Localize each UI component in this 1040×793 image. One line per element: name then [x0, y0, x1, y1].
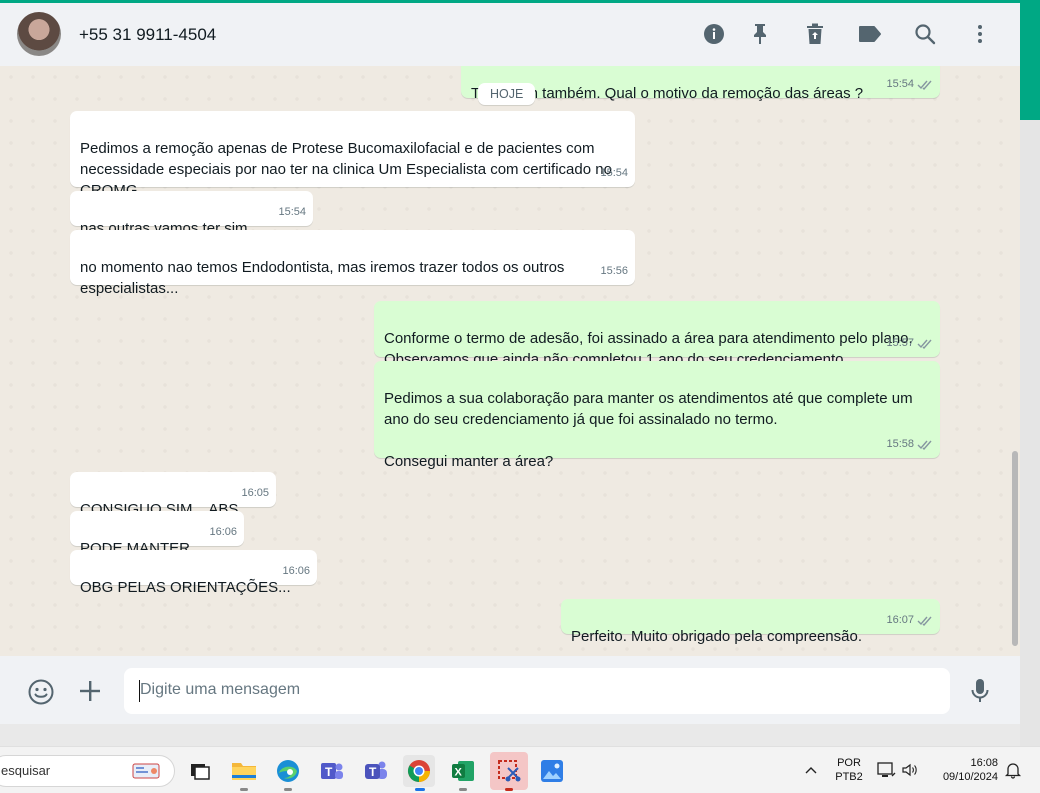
clock-time: 16:08: [970, 757, 998, 769]
message-time: 15:54: [278, 206, 306, 218]
message-list[interactable]: Tudo bem também. Qual o motivo da remoçã…: [0, 66, 1020, 656]
snipping-tool-icon[interactable]: [490, 752, 528, 790]
window-accent-edge: [1020, 0, 1040, 120]
message-incoming[interactable]: PODE MANTER.... 16:06: [70, 511, 244, 557]
language-label: POR: [837, 757, 861, 769]
message-time: 16:06: [209, 526, 237, 538]
taskbar-search-text: esquisar: [1, 763, 51, 778]
message-time: 15:54: [600, 167, 628, 179]
search-icon[interactable]: [913, 22, 937, 46]
emoji-icon[interactable]: [27, 678, 55, 706]
message-text: Perfeito. Muito obrigado pela compreensã…: [571, 628, 863, 645]
excel-icon[interactable]: X: [447, 755, 479, 787]
chrome-icon[interactable]: [403, 755, 435, 787]
attach-plus-icon[interactable]: [78, 679, 102, 703]
network-icon[interactable]: [876, 760, 896, 780]
clock-date: 09/10/2024: [942, 771, 998, 783]
message-incoming[interactable]: nas outras vamos ter sim..... 15:54: [70, 191, 313, 237]
volume-icon[interactable]: [901, 761, 919, 779]
photos-icon[interactable]: [536, 755, 568, 787]
read-ticks-icon: [917, 440, 932, 450]
keyboard-layout-label: PTB2: [835, 771, 863, 783]
message-time: 16:07: [886, 614, 914, 626]
message-incoming[interactable]: Pedimos a remoção apenas de Protese Buco…: [70, 111, 635, 199]
contact-name[interactable]: +55 31 9911-4504: [79, 25, 216, 45]
message-time: 16:05: [241, 487, 269, 499]
teams-work-icon[interactable]: T: [316, 755, 348, 787]
clock[interactable]: 16:08 09/10/2024: [928, 756, 1004, 784]
read-ticks-icon: [917, 616, 932, 626]
message-text: OBG PELAS ORIENTAÇÕES...: [80, 579, 291, 596]
notifications-bell-icon[interactable]: [1004, 761, 1022, 779]
windows-taskbar: esquisar T T X POR PTB2 16:08 09/10/2024: [0, 746, 1040, 793]
taskbar-search[interactable]: esquisar: [0, 755, 175, 787]
search-highlight-icon: [130, 760, 162, 782]
app-running-indicator: [284, 788, 292, 791]
info-icon[interactable]: [702, 22, 726, 46]
svg-text:T: T: [369, 765, 377, 779]
teams-icon[interactable]: T: [360, 755, 392, 787]
app-active-indicator: [415, 788, 425, 791]
message-outgoing[interactable]: Pedimos a sua colaboração para manter os…: [374, 361, 940, 470]
read-ticks-icon: [917, 80, 932, 90]
contact-avatar[interactable]: [17, 12, 61, 56]
message-time: 15:56: [600, 265, 628, 277]
scrollbar-thumb[interactable]: [1012, 451, 1018, 646]
message-text: Tudo bem também. Qual o motivo da remoçã…: [471, 85, 864, 102]
read-ticks-icon: [917, 339, 932, 349]
svg-text:X: X: [455, 767, 463, 779]
message-time: 15:57: [886, 337, 914, 349]
svg-text:T: T: [325, 765, 333, 779]
app-running-indicator: [505, 788, 513, 791]
menu-icon[interactable]: [968, 22, 992, 46]
file-explorer-icon[interactable]: [228, 755, 260, 787]
input-language-indicator[interactable]: POR PTB2: [832, 756, 866, 784]
message-time: 15:54: [886, 78, 914, 90]
clear-chat-icon[interactable]: [803, 22, 827, 46]
window-edge-background: [1020, 120, 1040, 746]
message-outgoing[interactable]: Perfeito. Muito obrigado pela compreensã…: [561, 599, 940, 645]
message-outgoing[interactable]: Conforme o termo de adesão, foi assinado…: [374, 301, 940, 368]
text-caret: [139, 680, 140, 702]
message-incoming[interactable]: OBG PELAS ORIENTAÇÕES... 16:06: [70, 550, 317, 596]
message-incoming[interactable]: no momento nao temos Endodontista, mas i…: [70, 230, 635, 297]
message-time: 16:06: [282, 565, 310, 577]
app-running-indicator: [459, 788, 467, 791]
date-separator: HOJE: [478, 83, 536, 105]
message-input[interactable]: Digite uma mensagem: [124, 668, 950, 714]
label-icon[interactable]: [858, 22, 882, 46]
app-running-indicator: [240, 788, 248, 791]
task-view-icon[interactable]: [184, 755, 216, 787]
pin-icon[interactable]: [748, 22, 772, 46]
message-composer: Digite uma mensagem: [0, 656, 1020, 724]
show-hidden-icons-icon[interactable]: [803, 762, 819, 778]
message-incoming[interactable]: CONSIGUO SIM... ABS 16:05: [70, 472, 276, 518]
message-time: 15:58: [886, 438, 914, 450]
edge-icon[interactable]: [272, 755, 304, 787]
chat-header: +55 31 9911-4504: [0, 3, 1020, 66]
microphone-icon[interactable]: [969, 677, 991, 705]
